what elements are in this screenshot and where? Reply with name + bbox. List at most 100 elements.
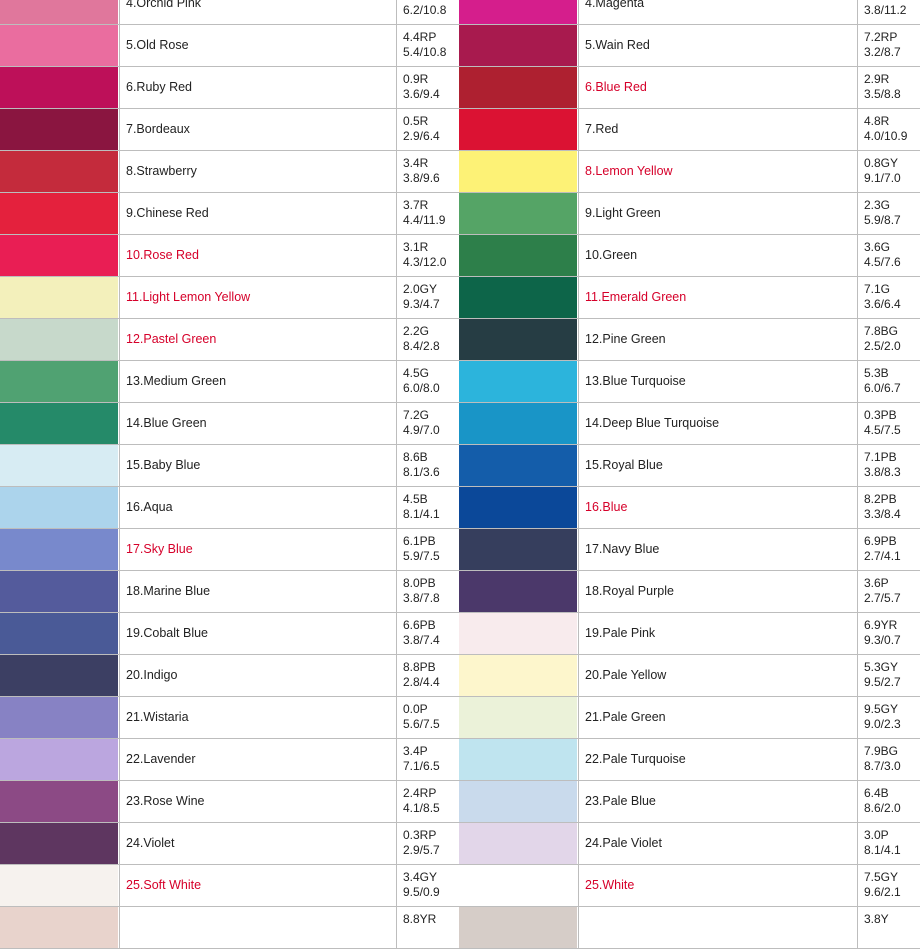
munsell-hue: 6.6PB	[403, 618, 436, 632]
munsell-code: 3.0P 8.1/4.1	[857, 823, 920, 864]
munsell-value-chroma: 9.5/0.9	[403, 885, 440, 899]
table-row: 25.Soft White 3.4GY 9.5/0.9 25.White 7.5GY 9.…	[0, 865, 920, 907]
munsell-hue: 2.4RP	[403, 786, 437, 800]
table-row: 5.Old Rose 4.4RP 5.4/10.8 5.Wain Red 7.2RP 3.…	[0, 25, 920, 67]
munsell-hue: 5.3B	[864, 366, 889, 380]
color-swatch	[459, 655, 577, 696]
munsell-value-chroma: 5.4/10.8	[403, 45, 447, 59]
munsell-value-chroma: 8.4/2.8	[403, 339, 440, 353]
munsell-hue: 4.8R	[864, 114, 890, 128]
color-swatch	[459, 277, 577, 318]
color-swatch	[459, 109, 577, 150]
munsell-value-chroma: 5.6/7.5	[403, 717, 440, 731]
munsell-hue: 7.1PB	[864, 450, 897, 464]
color-swatch	[0, 529, 118, 570]
munsell-code: 2.2G 8.4/2.8	[396, 319, 459, 360]
munsell-value-chroma: 2.8/4.4	[403, 675, 440, 689]
munsell-code: 0.5R 2.9/6.4	[396, 109, 459, 150]
color-swatch	[0, 319, 118, 360]
munsell-value-chroma: 8.7/3.0	[864, 759, 901, 773]
table-row: 9.Chinese Red 3.7R 4.4/11.9 9.Light Green 2.…	[0, 193, 920, 235]
munsell-code: 0.9R 3.6/9.4	[396, 67, 459, 108]
color-name: 22.Lavender	[119, 739, 395, 780]
munsell-value-chroma: 9.3/4.7	[403, 297, 440, 311]
color-swatch	[459, 319, 577, 360]
munsell-hue: 2.0GY	[403, 282, 438, 296]
color-name: 15.Royal Blue	[578, 445, 856, 486]
munsell-hue: 6.1PB	[403, 534, 436, 548]
munsell-hue: 8.6B	[403, 450, 428, 464]
munsell-hue: 5.3GY	[864, 660, 899, 674]
munsell-hue: 3.6P	[864, 576, 889, 590]
munsell-code: 2.0GY 9.3/4.7	[396, 277, 459, 318]
color-name: 25.Soft White	[119, 865, 395, 906]
color-swatch	[459, 529, 577, 570]
munsell-code: 7.1G 3.6/6.4	[857, 277, 920, 318]
munsell-code: 7.5GY 9.6/2.1	[857, 865, 920, 906]
munsell-value-chroma: 3.8/9.6	[403, 171, 440, 185]
munsell-code: 8.8PB 2.8/4.4	[396, 655, 459, 696]
munsell-value-chroma: 3.8/8.3	[864, 465, 901, 479]
munsell-hue: 0.3PB	[864, 408, 897, 422]
munsell-code: 6.1PB 5.9/7.5	[396, 529, 459, 570]
munsell-code: 3.4R 3.8/9.6	[396, 151, 459, 192]
color-swatch	[0, 865, 118, 906]
table-row: 19.Cobalt Blue 6.6PB 3.8/7.4 19.Pale Pink 6.…	[0, 613, 920, 655]
munsell-code: 7.2G 4.9/7.0	[396, 403, 459, 444]
color-swatch	[459, 361, 577, 402]
color-swatch	[459, 67, 577, 108]
color-name: 14.Blue Green	[119, 403, 395, 444]
color-name: 20.Indigo	[119, 655, 395, 696]
color-name: 23.Rose Wine	[119, 781, 395, 822]
color-name	[119, 907, 395, 948]
color-name: 22.Pale Turquoise	[578, 739, 856, 780]
munsell-code: 3.4P 7.1/6.5	[396, 739, 459, 780]
munsell-value-chroma: 6.0/8.0	[403, 381, 440, 395]
munsell-value-chroma: 9.0/2.3	[864, 717, 901, 731]
munsell-code: 6.4B 8.6/2.0	[857, 781, 920, 822]
munsell-code: 3.8Y	[857, 907, 920, 948]
munsell-value-chroma: 4.1/8.5	[403, 801, 440, 815]
munsell-value-chroma: 3.6/6.4	[864, 297, 901, 311]
munsell-hue: 0.3RP	[403, 828, 437, 842]
munsell-code: 3.8/11.2	[857, 0, 920, 24]
color-swatch	[459, 487, 577, 528]
munsell-code: 2.3G 5.9/8.7	[857, 193, 920, 234]
color-swatch	[0, 67, 118, 108]
color-swatch	[459, 781, 577, 822]
table-row: 16.Aqua 4.5B 8.1/4.1 16.Blue 8.2PB 3.3/8.4	[0, 487, 920, 529]
munsell-value-chroma: 2.7/5.7	[864, 591, 901, 605]
munsell-value-chroma: 2.9/5.7	[403, 843, 440, 857]
color-swatch	[0, 781, 118, 822]
munsell-code: 4.5G 6.0/8.0	[396, 361, 459, 402]
munsell-hue: 7.9BG	[864, 744, 899, 758]
color-name: 24.Pale Violet	[578, 823, 856, 864]
munsell-hue: 8.0PB	[403, 576, 436, 590]
munsell-hue: 8.8PB	[403, 660, 436, 674]
color-swatch	[459, 445, 577, 486]
table-row: 22.Lavender 3.4P 7.1/6.5 22.Pale Turquoise 7…	[0, 739, 920, 781]
color-name: 10.Green	[578, 235, 856, 276]
color-name: 18.Royal Purple	[578, 571, 856, 612]
color-name: 9.Light Green	[578, 193, 856, 234]
munsell-code: 3.4GY 9.5/0.9	[396, 865, 459, 906]
color-swatch	[459, 739, 577, 780]
color-swatch	[0, 235, 118, 276]
color-swatch	[459, 25, 577, 66]
munsell-value-chroma: 8.1/3.6	[403, 465, 440, 479]
munsell-code: 2.9R 3.5/8.8	[857, 67, 920, 108]
munsell-hue: 2.9R	[864, 72, 890, 86]
munsell-value-chroma: 4.5/7.5	[864, 423, 901, 437]
color-name	[578, 907, 856, 948]
munsell-hue: 0.5R	[403, 114, 429, 128]
table-row: 7.Bordeaux 0.5R 2.9/6.4 7.Red 4.8R 4.0/10.9	[0, 109, 920, 151]
color-name: 11.Light Lemon Yellow	[119, 277, 395, 318]
munsell-code: 9.5GY 9.0/2.3	[857, 697, 920, 738]
color-swatch	[459, 613, 577, 654]
munsell-value-chroma: 9.3/0.7	[864, 633, 901, 647]
color-name: 7.Red	[578, 109, 856, 150]
color-swatch	[0, 0, 118, 24]
color-name: 9.Chinese Red	[119, 193, 395, 234]
munsell-code: 4.4RP 5.4/10.8	[396, 25, 459, 66]
munsell-hue: 0.9R	[403, 72, 429, 86]
